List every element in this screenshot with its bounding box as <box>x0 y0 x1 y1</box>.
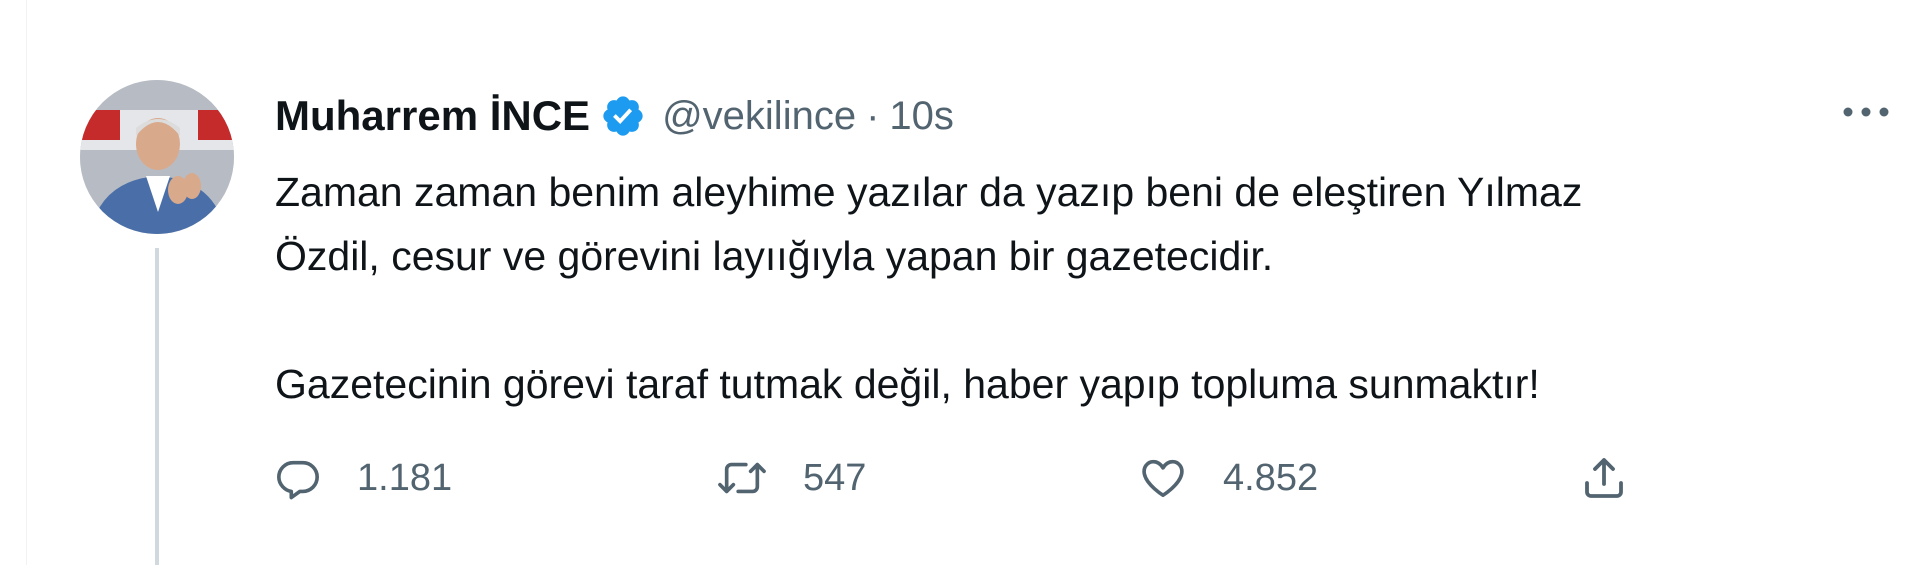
verified-badge-icon <box>600 93 646 139</box>
tweet-timestamp[interactable]: 10s <box>889 94 954 139</box>
tweet-text-line: Zaman zaman benim aleyhime yazılar da ya… <box>275 169 1583 215</box>
retweet-button[interactable]: 547 <box>717 448 866 508</box>
author-display-name[interactable]: Muharrem İNCE <box>275 92 590 140</box>
heart-icon <box>1139 455 1187 501</box>
retweet-icon <box>717 455 767 501</box>
avatar[interactable] <box>80 80 234 234</box>
card-left-border <box>26 0 27 565</box>
tweet-text-line: Özdil, cesur ve görevini layıığıyla yapa… <box>275 233 1274 279</box>
like-count: 4.852 <box>1223 456 1319 499</box>
more-horizontal-icon[interactable] <box>1838 92 1894 132</box>
tweet-actions: 1.181 547 4.852 <box>275 448 1635 508</box>
thread-connector-line <box>155 248 159 565</box>
reply-icon <box>275 455 321 501</box>
tweet-header: Muharrem İNCE @vekilince · 10s <box>275 88 954 144</box>
tweet-card[interactable]: Muharrem İNCE @vekilince · 10s Zaman zam… <box>0 0 1920 565</box>
author-handle[interactable]: @vekilince <box>662 94 856 139</box>
share-icon <box>1580 454 1628 502</box>
like-button[interactable]: 4.852 <box>1139 448 1318 508</box>
tweet-text-line: Gazetecinin görevi taraf tutmak değil, h… <box>275 361 1540 407</box>
reply-button[interactable]: 1.181 <box>275 448 452 508</box>
separator-dot: · <box>866 93 880 138</box>
share-button[interactable] <box>1580 448 1628 508</box>
retweet-count: 547 <box>803 456 867 499</box>
tweet-text: Zaman zaman benim aleyhime yazılar da ya… <box>275 160 1835 416</box>
reply-count: 1.181 <box>357 456 453 499</box>
